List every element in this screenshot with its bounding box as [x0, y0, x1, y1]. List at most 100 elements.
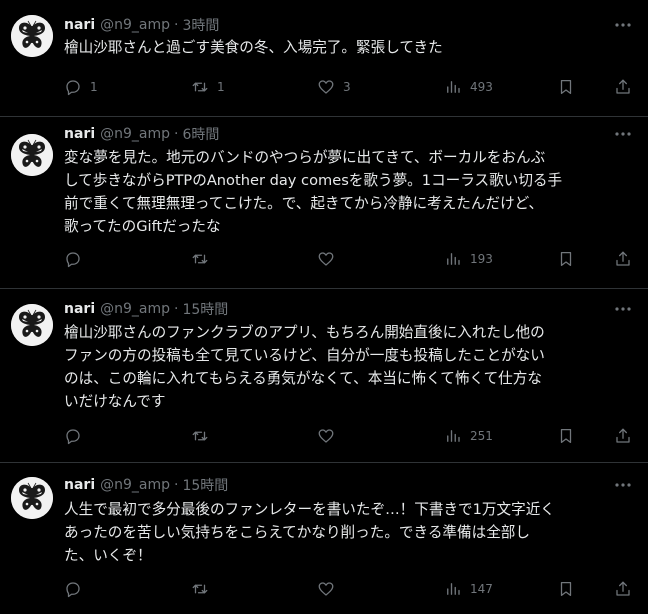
- reply-icon: [66, 582, 80, 598]
- more-dots-icon: [615, 307, 631, 311]
- reply-icon: [66, 80, 80, 96]
- share-icon: [616, 428, 630, 443]
- tweet[interactable]: nari @n9_amp · 6時間 変な夢を見た。地元のバンドのやつらが夢に出…: [0, 117, 648, 289]
- separator-dot: ·: [174, 126, 179, 142]
- retweet-count: 1: [217, 80, 225, 94]
- tweet-text: 変な夢を見た。地元のバンドのやつらが夢に出てきて、ボーカルをおんぶ して歩きなが…: [64, 149, 563, 235]
- heart-icon: [318, 252, 334, 266]
- view-count: 493: [470, 80, 493, 94]
- tweet-timestamp[interactable]: 6時間: [182, 124, 219, 144]
- retweet-button[interactable]: [191, 425, 217, 447]
- bookmark-icon: [560, 79, 572, 95]
- retweet-icon: [192, 431, 208, 441]
- display-name[interactable]: nari: [64, 301, 95, 317]
- retweet-button[interactable]: [191, 578, 217, 600]
- retweet-icon: [192, 82, 208, 92]
- view-count: 251: [470, 429, 493, 443]
- bookmark-button[interactable]: [557, 425, 575, 447]
- views-chart-icon: [447, 81, 460, 93]
- tweet-text: 檜山沙耶さんと過ごす美食の冬、入場完了。緊張してきた: [64, 39, 443, 56]
- display-name[interactable]: nari: [64, 477, 95, 493]
- tweet-timestamp[interactable]: 15時間: [182, 475, 228, 495]
- retweet-icon: [192, 584, 208, 594]
- display-name[interactable]: nari: [64, 126, 95, 142]
- separator-dot: ·: [174, 17, 179, 33]
- avatar[interactable]: [11, 304, 53, 346]
- more-options-button[interactable]: [612, 15, 634, 35]
- tweet-header: nari @n9_amp · 6時間: [64, 124, 219, 144]
- like-button[interactable]: [317, 425, 343, 447]
- tweet-header: nari @n9_amp · 15時間: [64, 475, 228, 495]
- bookmark-icon: [560, 581, 572, 597]
- like-count: 3: [343, 80, 351, 94]
- reply-button[interactable]: [64, 248, 90, 270]
- views-button[interactable]: 251: [444, 425, 493, 447]
- tweet[interactable]: nari @n9_amp · 15時間 檜山沙耶さんのファンクラブのアプリ、もち…: [0, 289, 648, 463]
- heart-icon: [318, 582, 334, 596]
- views-button[interactable]: 193: [444, 248, 493, 270]
- tweet-text: 檜山沙耶さんのファンクラブのアプリ、もちろん開始直後に入れたし他の ファンの方の…: [64, 324, 545, 410]
- views-chart-icon: [447, 583, 460, 595]
- separator-dot: ·: [174, 301, 179, 317]
- view-count: 147: [470, 582, 493, 596]
- butterfly-avatar-icon: [11, 304, 53, 346]
- views-chart-icon: [447, 430, 460, 442]
- avatar[interactable]: [11, 15, 53, 57]
- user-handle[interactable]: @n9_amp: [100, 477, 170, 493]
- butterfly-avatar-icon: [11, 15, 53, 57]
- like-button[interactable]: 3: [317, 76, 351, 98]
- tweet-header: nari @n9_amp · 15時間: [64, 299, 228, 319]
- retweet-button[interactable]: 1: [191, 76, 225, 98]
- more-options-button[interactable]: [612, 299, 634, 319]
- more-dots-icon: [615, 132, 631, 136]
- reply-count: 1: [90, 80, 98, 94]
- more-options-button[interactable]: [612, 124, 634, 144]
- reply-button[interactable]: [64, 425, 90, 447]
- heart-icon: [318, 429, 334, 443]
- like-button[interactable]: [317, 248, 343, 270]
- more-dots-icon: [615, 483, 631, 487]
- tweet-header: nari @n9_amp · 3時間: [64, 15, 219, 35]
- retweet-button[interactable]: [191, 248, 217, 270]
- tweet-timestamp[interactable]: 3時間: [182, 15, 219, 35]
- bookmark-button[interactable]: [557, 76, 575, 98]
- reply-icon: [66, 429, 80, 445]
- avatar[interactable]: [11, 477, 53, 519]
- share-button[interactable]: [614, 248, 632, 270]
- views-chart-icon: [447, 253, 460, 265]
- share-button[interactable]: [614, 76, 632, 98]
- views-button[interactable]: 493: [444, 76, 493, 98]
- view-count: 193: [470, 252, 493, 266]
- more-dots-icon: [615, 23, 631, 27]
- tweet-actions: 1 1 3 493: [64, 76, 634, 98]
- avatar[interactable]: [11, 134, 53, 176]
- butterfly-avatar-icon: [11, 134, 53, 176]
- share-button[interactable]: [614, 578, 632, 600]
- user-handle[interactable]: @n9_amp: [100, 126, 170, 142]
- more-options-button[interactable]: [612, 475, 634, 495]
- tweet-actions: 147: [64, 578, 634, 600]
- views-button[interactable]: 147: [444, 578, 493, 600]
- like-button[interactable]: [317, 578, 343, 600]
- tweet-text: 人生で最初で多分最後のファンレターを書いたぞ…！下書きで1万文字近く あったのを…: [64, 501, 555, 564]
- butterfly-avatar-icon: [11, 477, 53, 519]
- user-handle[interactable]: @n9_amp: [100, 17, 170, 33]
- timeline-feed: nari @n9_amp · 3時間 檜山沙耶さんと過ごす美食の冬、入場完了。緊…: [0, 0, 648, 614]
- display-name[interactable]: nari: [64, 17, 95, 33]
- bookmark-button[interactable]: [557, 578, 575, 600]
- tweet-actions: 251: [64, 425, 634, 447]
- tweet-timestamp[interactable]: 15時間: [182, 299, 228, 319]
- retweet-icon: [192, 254, 208, 264]
- share-icon: [616, 79, 630, 94]
- separator-dot: ·: [174, 477, 179, 493]
- tweet[interactable]: nari @n9_amp · 3時間 檜山沙耶さんと過ごす美食の冬、入場完了。緊…: [0, 0, 648, 117]
- share-icon: [616, 251, 630, 266]
- bookmark-button[interactable]: [557, 248, 575, 270]
- user-handle[interactable]: @n9_amp: [100, 301, 170, 317]
- share-button[interactable]: [614, 425, 632, 447]
- reply-button[interactable]: 1: [64, 76, 98, 98]
- tweet[interactable]: nari @n9_amp · 15時間 人生で最初で多分最後のファンレターを書い…: [0, 463, 648, 614]
- reply-button[interactable]: [64, 578, 90, 600]
- bookmark-icon: [560, 251, 572, 267]
- bookmark-icon: [560, 428, 572, 444]
